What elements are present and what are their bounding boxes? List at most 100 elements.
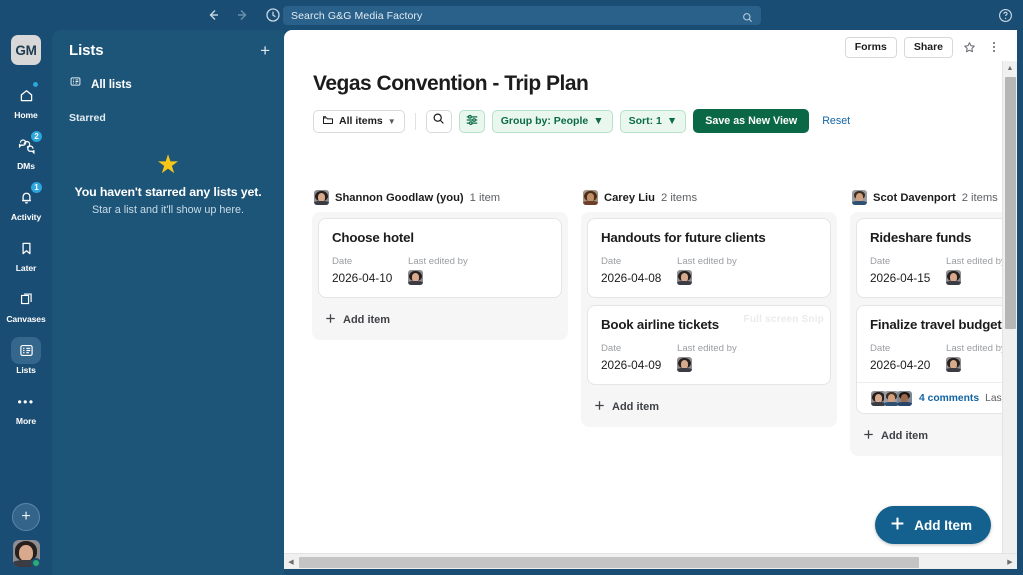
add-list-button[interactable]: + bbox=[260, 42, 270, 59]
column-body: Choose hotel Date 2026-04-10 Last edited… bbox=[312, 212, 568, 340]
board-column: Carey Liu 2 items Handouts for future cl… bbox=[581, 190, 837, 427]
field-label: Date bbox=[601, 256, 622, 267]
field-date: Date 2026-04-09 bbox=[601, 343, 677, 372]
vertical-scrollbar-thumb[interactable] bbox=[1005, 77, 1016, 329]
sidebar-item-later[interactable]: Later bbox=[0, 232, 52, 276]
canvas-icon bbox=[11, 286, 41, 313]
kebab-menu-icon[interactable] bbox=[985, 38, 1003, 56]
unread-dot bbox=[32, 81, 39, 88]
avatar bbox=[408, 270, 423, 285]
lists-icon bbox=[69, 75, 82, 93]
sort-dropdown[interactable]: Sort: 1 ▼ bbox=[619, 109, 687, 133]
clock-icon[interactable] bbox=[265, 7, 281, 23]
search-icon bbox=[432, 112, 445, 130]
field-date: Date 2026-04-10 bbox=[332, 256, 408, 285]
star-filled-icon: ★ bbox=[156, 149, 180, 179]
messages-icon: 2 bbox=[11, 130, 43, 160]
avatar bbox=[946, 357, 961, 372]
column-header: Shannon Goodlaw (you) 1 item bbox=[312, 190, 568, 212]
reset-link[interactable]: Reset bbox=[822, 115, 850, 127]
add-item-button[interactable]: Add item bbox=[318, 305, 562, 334]
avatar[interactable] bbox=[12, 540, 40, 567]
navigation-controls bbox=[205, 0, 281, 30]
search-input[interactable]: Search G&G Media Factory bbox=[283, 6, 761, 25]
column-body: Rideshare funds Date 2026-04-15 Last edi… bbox=[850, 212, 1017, 456]
scroll-left-arrow[interactable]: ◀ bbox=[284, 558, 298, 566]
arrow-right-icon[interactable] bbox=[235, 7, 251, 23]
add-item-button[interactable]: Add item bbox=[856, 421, 1017, 450]
sidebar-item-label: Home bbox=[14, 110, 38, 120]
commenter-facepile bbox=[870, 390, 913, 407]
list-item[interactable]: Handouts for future clients Date 2026-04… bbox=[587, 218, 831, 298]
star-outline-icon[interactable] bbox=[960, 38, 978, 56]
sidebar-item-label: Later bbox=[15, 263, 37, 273]
card-title: Handouts for future clients bbox=[601, 230, 766, 245]
field-label: Date bbox=[870, 256, 891, 267]
field-last-edited-by: Last edited by bbox=[677, 343, 753, 372]
lists-sidebar: Lists + All lists Starred ★ You haven't … bbox=[52, 30, 284, 575]
all-items-dropdown[interactable]: All items ▼ bbox=[313, 109, 405, 133]
unread-badge: 2 bbox=[30, 130, 43, 143]
card-fields: Date 2026-04-09 Last edited by bbox=[601, 343, 817, 372]
plus-icon bbox=[890, 516, 905, 534]
forms-button[interactable]: Forms bbox=[844, 36, 897, 58]
sidebar-item-activity[interactable]: 1 Activity bbox=[0, 181, 52, 225]
unread-badge: 1 bbox=[30, 181, 43, 194]
sidebar-item-dms[interactable]: 2 DMs bbox=[0, 130, 52, 174]
list-item[interactable]: Choose hotel Date 2026-04-10 Last edited… bbox=[318, 218, 562, 298]
card-fields: Date 2026-04-15 Last edited by bbox=[870, 256, 1017, 285]
sidebar-item-more[interactable]: ••• More bbox=[0, 385, 52, 429]
view-toolbar: All items ▼ Group by: People ▼ Sort: 1 ▼… bbox=[284, 96, 1017, 133]
avatar bbox=[946, 270, 961, 285]
list-item[interactable]: Full screen Snip Book airline tickets Da… bbox=[587, 305, 831, 385]
add-item-button[interactable]: Add item bbox=[587, 392, 831, 421]
save-as-new-view-button[interactable]: Save as New View bbox=[693, 109, 810, 133]
sidebar-item-label: More bbox=[15, 416, 37, 426]
scroll-right-arrow[interactable]: ▶ bbox=[1003, 558, 1017, 566]
ellipsis-icon: ••• bbox=[17, 394, 35, 409]
avatar bbox=[896, 390, 913, 407]
bookmark-icon bbox=[11, 235, 41, 262]
sidebar-item-all-lists[interactable]: All lists bbox=[52, 68, 284, 100]
filter-button[interactable] bbox=[458, 109, 485, 133]
share-button[interactable]: Share bbox=[903, 36, 953, 58]
plus-icon bbox=[325, 311, 336, 329]
horizontal-scrollbar-thumb[interactable] bbox=[299, 556, 919, 568]
add-item-fab[interactable]: Add Item bbox=[875, 506, 991, 544]
scroll-up-arrow[interactable]: ▲ bbox=[1003, 61, 1017, 75]
horizontal-scrollbar[interactable]: ◀ ▶ bbox=[284, 553, 1017, 569]
field-label: Last edited by bbox=[408, 256, 468, 267]
main-toolbar: Forms Share bbox=[284, 30, 1017, 64]
chevron-down-icon: ▼ bbox=[666, 115, 678, 127]
group-by-label: Group by: People bbox=[500, 115, 589, 127]
avatar bbox=[314, 190, 329, 205]
rail-bottom-group: + bbox=[0, 503, 52, 567]
column-owner-name: Scot Davenport bbox=[873, 191, 956, 204]
field-value: 2026-04-09 bbox=[601, 358, 662, 372]
list-item[interactable]: Finalize travel budget Date 2026-04-20 L… bbox=[856, 305, 1017, 414]
sidebar-item-home[interactable]: Home bbox=[0, 79, 52, 123]
sidebar-item-label: Canvases bbox=[6, 314, 46, 324]
card-comments-row[interactable]: 4 comments Last re bbox=[857, 382, 1017, 413]
column-owner-name: Carey Liu bbox=[604, 191, 655, 204]
question-circle-icon[interactable] bbox=[998, 8, 1013, 23]
field-date: Date 2026-04-08 bbox=[601, 256, 677, 285]
page-title: Lists bbox=[69, 42, 104, 59]
new-button[interactable]: + bbox=[12, 503, 40, 531]
list-item[interactable]: Rideshare funds Date 2026-04-15 Last edi… bbox=[856, 218, 1017, 298]
column-header: Scot Davenport 2 items bbox=[850, 190, 1017, 212]
arrow-left-icon[interactable] bbox=[205, 7, 221, 23]
sidebar-item-lists[interactable]: Lists bbox=[0, 334, 52, 378]
workspace-avatar[interactable]: GM bbox=[11, 35, 41, 65]
card-title: Rideshare funds bbox=[870, 230, 972, 245]
card-title: Finalize travel budget bbox=[870, 317, 1002, 332]
avatar bbox=[677, 270, 692, 285]
search-button[interactable] bbox=[425, 109, 452, 133]
comments-link[interactable]: 4 comments bbox=[919, 393, 979, 404]
card-fields: Date 2026-04-20 Last edited by bbox=[870, 343, 1017, 372]
vertical-scrollbar[interactable]: ▲ ▼ bbox=[1002, 61, 1017, 569]
avatar bbox=[583, 190, 598, 205]
sidebar-item-canvases[interactable]: Canvases bbox=[0, 283, 52, 327]
field-label: Date bbox=[870, 343, 891, 354]
group-by-dropdown[interactable]: Group by: People ▼ bbox=[491, 109, 613, 133]
